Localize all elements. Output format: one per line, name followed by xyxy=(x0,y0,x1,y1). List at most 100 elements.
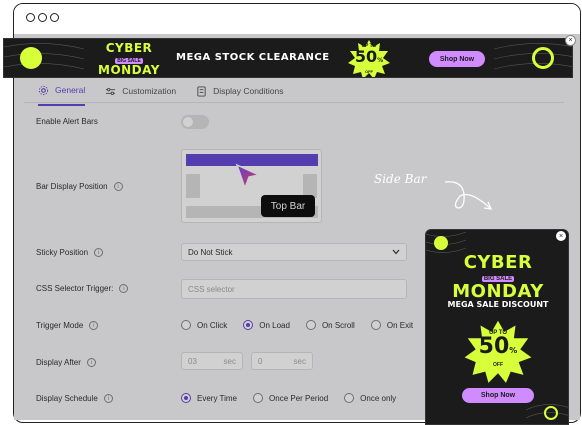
setting-label: Sticky Position xyxy=(36,248,89,257)
radio-once-per-period[interactable]: Once Per Period xyxy=(253,393,328,403)
sliders-icon xyxy=(106,87,116,95)
lime-circle-decoration xyxy=(20,47,42,69)
radio-label: Once Per Period xyxy=(269,393,329,403)
radio-on-load[interactable]: On Load xyxy=(243,320,290,330)
gear-icon xyxy=(38,85,49,95)
trigger-mode-radios: On Click On Load On Scroll On Exit xyxy=(181,320,413,330)
info-icon[interactable]: i xyxy=(119,284,129,293)
close-icon[interactable]: × xyxy=(565,35,576,46)
display-schedule-radios: Every Time Once Per Period Once only xyxy=(181,393,396,403)
enable-alert-bars-label: Enable Alert Bars xyxy=(36,117,98,126)
top-shop-now-button[interactable]: Shop Now xyxy=(429,51,485,67)
logo-line1: CYBER xyxy=(463,252,533,273)
button-label: Shop Now xyxy=(480,392,516,399)
side-cyber-monday-logo: CYBER BIG SALE MONDAY xyxy=(426,252,568,302)
radio-once-only[interactable]: Once only xyxy=(344,393,396,403)
setting-label: CSS Selector Trigger: xyxy=(36,284,114,293)
logo-line2: MONDAY xyxy=(98,63,160,77)
display-schedule-label: Display Schedule i xyxy=(36,394,113,403)
window-dot-icon xyxy=(26,13,35,22)
cyber-monday-logo: CYBER BIG SALE MONDAY xyxy=(94,42,164,77)
burst-suffix: OFF xyxy=(493,362,503,368)
radio-label: On Exit xyxy=(386,320,414,330)
trigger-mode-label: Trigger Mode i xyxy=(36,321,99,330)
side-banner-headline: MEGA SALE DISCOUNT xyxy=(447,300,549,309)
close-icon[interactable]: × xyxy=(556,231,566,241)
tab-label: Display Conditions xyxy=(213,86,284,96)
select-value: Do Not Stick xyxy=(188,247,233,257)
banner-headline: MEGA STOCK CLEARANCE xyxy=(176,52,330,63)
radio-circle[interactable] xyxy=(181,393,191,403)
burst-value: 50 xyxy=(354,47,378,66)
input-unit: sec xyxy=(223,356,236,366)
info-icon[interactable]: i xyxy=(94,248,104,257)
burst-suffix: OFF xyxy=(365,69,373,74)
enable-alert-bars-toggle[interactable] xyxy=(181,115,209,129)
tooltip-text: Top Bar xyxy=(270,200,306,212)
setting-label: Trigger Mode xyxy=(36,321,84,330)
sticky-position-label: Sticky Position i xyxy=(36,248,104,257)
logo-line1: CYBER xyxy=(105,41,153,55)
burst-value: 50 xyxy=(478,334,510,359)
sticky-position-select[interactable]: Do Not Stick xyxy=(181,243,407,261)
info-icon[interactable]: i xyxy=(113,182,123,191)
input-placeholder: CSS selector xyxy=(188,284,235,294)
radio-label: Every Time xyxy=(197,393,238,403)
display-after-second-input[interactable]: 0 sec xyxy=(251,352,313,370)
lime-ring-decoration xyxy=(544,406,558,420)
side-bar-annotation: Side Bar xyxy=(374,172,427,186)
window-dot-icon xyxy=(50,13,59,22)
tabs-divider xyxy=(24,102,564,103)
burst-unit: % xyxy=(377,57,384,64)
radio-label: On Click xyxy=(197,320,228,330)
burst-unit: % xyxy=(509,346,518,355)
radio-circle[interactable] xyxy=(243,320,254,330)
radio-every-time[interactable]: Every Time xyxy=(181,393,237,403)
window-titlebar xyxy=(14,4,580,38)
chevron-down-icon xyxy=(392,249,400,255)
lime-ring-decoration xyxy=(532,47,554,69)
radio-on-scroll[interactable]: On Scroll xyxy=(305,320,355,330)
top-bar-tooltip: Top Bar xyxy=(261,195,315,217)
radio-label: On Load xyxy=(259,320,290,330)
radio-circle[interactable] xyxy=(253,393,264,403)
discount-burst-text: UP TO 50% OFF xyxy=(463,330,533,368)
discount-burst-text: UP TO 50% OFF xyxy=(347,43,391,74)
button-label: Shop Now xyxy=(439,55,475,63)
setting-label: Display Schedule xyxy=(36,394,98,403)
radio-label: On Scroll xyxy=(321,320,355,330)
css-selector-input[interactable]: CSS selector xyxy=(181,279,407,299)
radio-on-click[interactable]: On Click xyxy=(181,320,227,330)
setting-label: Display After xyxy=(36,358,81,367)
side-alert-bar: CYBER BIG SALE MONDAY MEGA SALE DISCOUNT… xyxy=(425,229,569,425)
info-icon[interactable]: i xyxy=(86,358,96,367)
close-glyph: × xyxy=(558,232,564,240)
radio-circle[interactable] xyxy=(370,320,381,330)
side-shop-now-button[interactable]: Shop Now xyxy=(462,388,534,403)
radio-label: Once only xyxy=(360,393,397,403)
display-after-seconds-input[interactable]: 03 sec xyxy=(181,352,243,370)
window-dot-icon xyxy=(38,13,47,22)
top-alert-bar: CYBER BIG SALE MONDAY MEGA STOCK CLEARAN… xyxy=(3,38,573,78)
css-selector-trigger-label: CSS Selector Trigger: i xyxy=(36,284,129,293)
logo-line2: MONDAY xyxy=(452,281,544,302)
left-bar-option[interactable] xyxy=(186,174,200,198)
radio-circle[interactable] xyxy=(344,393,355,403)
tab-label: General xyxy=(55,85,86,95)
input-value: 03 xyxy=(188,356,197,366)
pointer-cursor-icon xyxy=(235,163,261,191)
info-icon[interactable]: i xyxy=(89,321,99,330)
radio-circle[interactable] xyxy=(181,320,191,330)
radio-circle[interactable] xyxy=(305,320,316,330)
setting-label: Bar Display Position xyxy=(36,182,108,191)
input-value: 0 xyxy=(258,356,263,366)
curved-arrow-icon xyxy=(444,181,493,210)
document-icon xyxy=(197,85,206,97)
close-glyph: × xyxy=(568,37,573,44)
input-unit: sec xyxy=(293,356,306,366)
display-after-label: Display After i xyxy=(36,358,96,367)
info-icon[interactable]: i xyxy=(103,394,113,403)
bar-display-position-label: Bar Display Position i xyxy=(36,182,123,191)
setting-label: Enable Alert Bars xyxy=(36,117,98,126)
radio-on-exit[interactable]: On Exit xyxy=(370,320,414,330)
